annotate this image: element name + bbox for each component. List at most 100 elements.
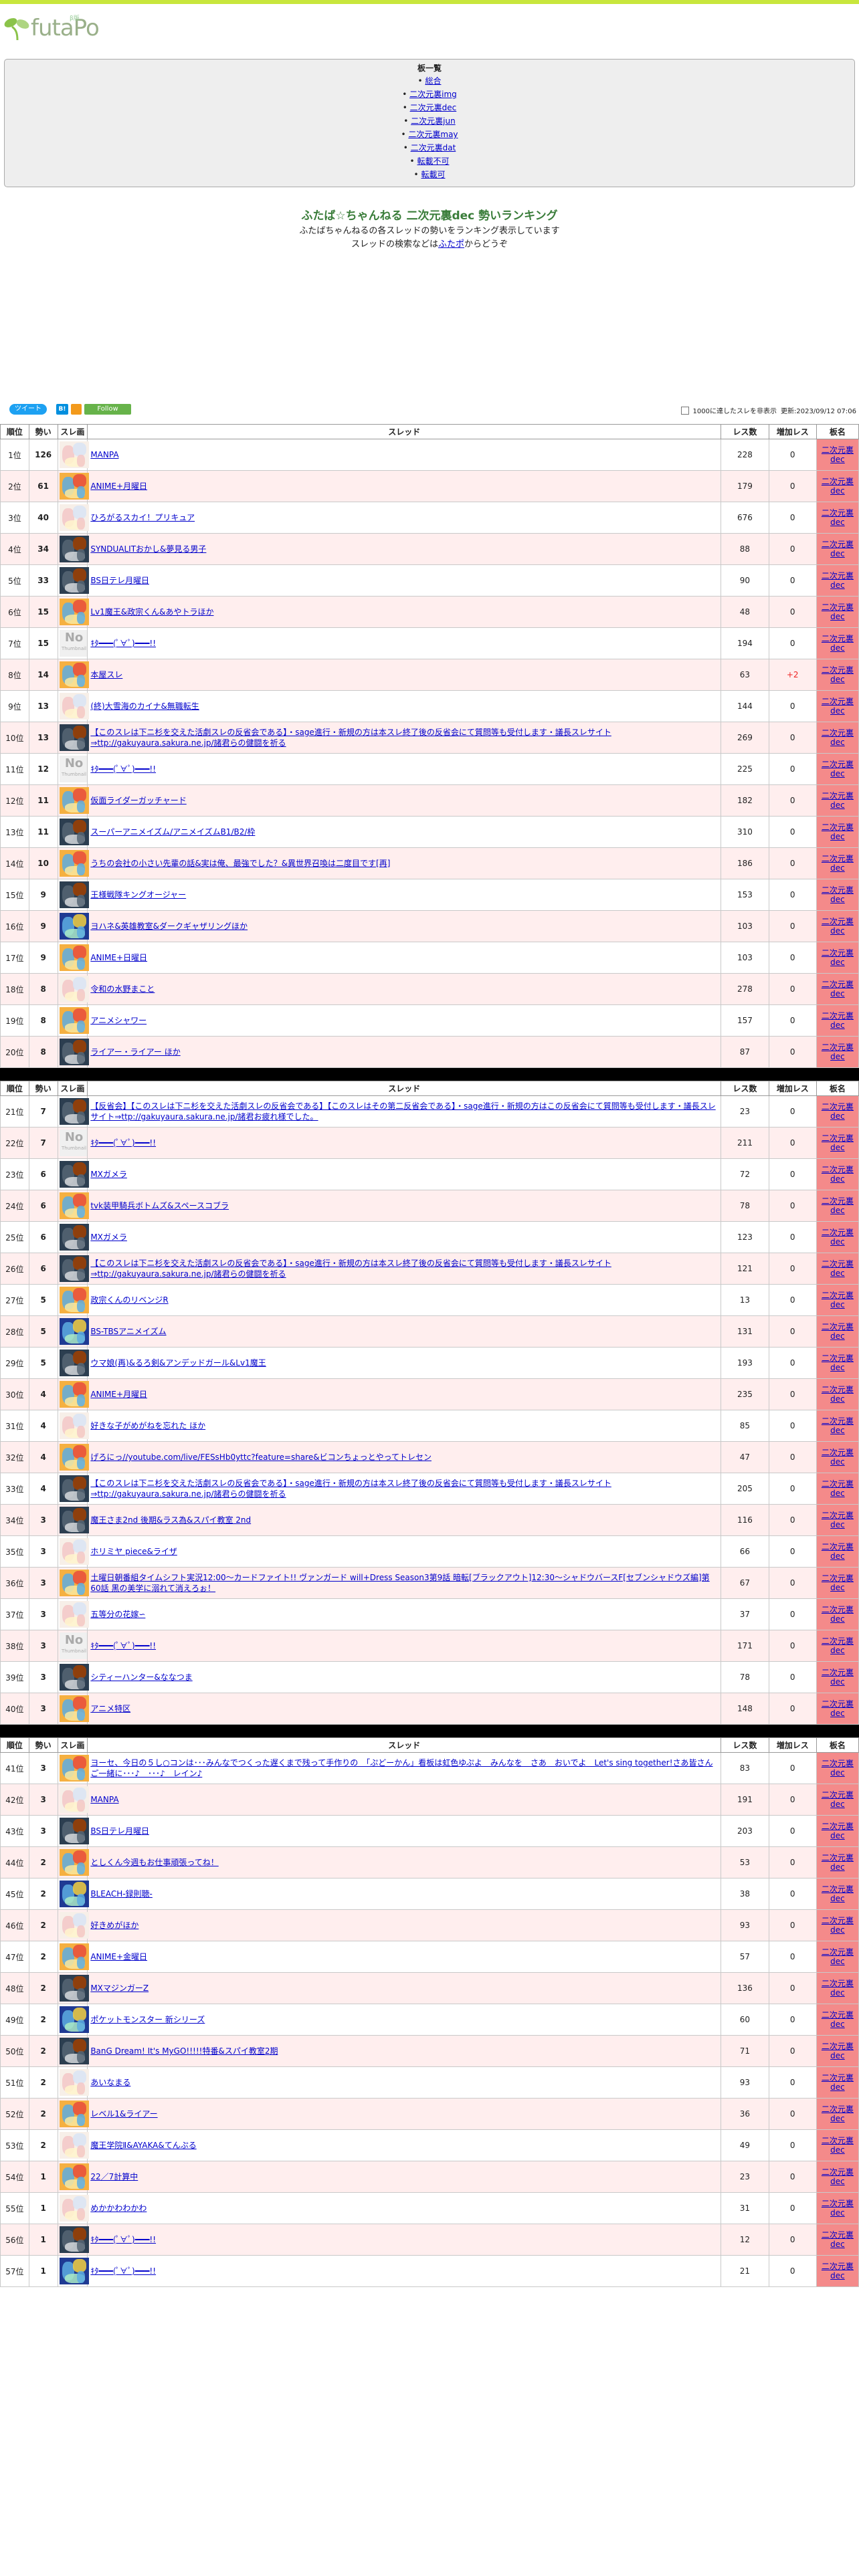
no-thumbnail-image[interactable]: No Thumbnail — [59, 756, 89, 782]
board-name-link[interactable]: 二次元裏 dec — [822, 885, 854, 904]
thread-title-link[interactable]: BS日テレ月曜日 — [90, 576, 149, 585]
board-name-link[interactable]: 二次元裏 dec — [822, 571, 854, 590]
thread-title-link[interactable]: ｷﾀ━━━(ﾟ∀ﾟ)━━━!! — [90, 2235, 156, 2244]
thread-thumbnail-image[interactable] — [59, 504, 89, 531]
site-logo[interactable]: futaPo — [3, 13, 100, 43]
thread-title-link[interactable]: あいなまる — [90, 2078, 130, 2087]
thread-title-link[interactable]: ウマ娘(再)&るろ剣&アンデッドガール&Lv1魔王 — [90, 1358, 266, 1368]
thread-thumbnail-image[interactable] — [59, 1755, 89, 1782]
thread-thumbnail-image[interactable] — [59, 1975, 89, 2002]
board-name-link[interactable]: 二次元裏 dec — [822, 917, 854, 936]
thread-title-link[interactable]: アニメシャワー — [90, 1016, 147, 1025]
thread-thumbnail-image[interactable] — [59, 1601, 89, 1628]
thread-title-link[interactable]: ANIME+日曜日 — [90, 953, 147, 962]
board-name-link[interactable]: 二次元裏 dec — [822, 1790, 854, 1809]
thread-thumbnail-image[interactable] — [59, 1538, 89, 1565]
thread-title-link[interactable]: BS日テレ月曜日 — [90, 1826, 149, 1836]
thread-title-link[interactable]: BanG Dream! It's MyGO!!!!!特番&スパイ教室2期 — [90, 2046, 278, 2056]
thread-thumbnail-image[interactable] — [59, 1224, 89, 1251]
thread-thumbnail-image[interactable] — [59, 1507, 89, 1533]
board-name-link[interactable]: 二次元裏 dec — [822, 2010, 854, 2029]
board-name-link[interactable]: 二次元裏 dec — [822, 1511, 854, 1529]
board-link-no-repost[interactable]: 転載不可 — [417, 156, 449, 166]
thread-thumbnail-image[interactable] — [59, 1444, 89, 1471]
board-name-link[interactable]: 二次元裏 dec — [822, 1134, 854, 1152]
thread-title-link[interactable]: としくん今週もお仕事頑張ってね！ — [90, 1858, 218, 1867]
board-name-link[interactable]: 二次元裏 dec — [822, 1759, 854, 1778]
thread-title-link[interactable]: ホリミヤ piece&ライザ — [90, 1547, 177, 1556]
thread-title-link[interactable]: 【反省会】【このスレは下ニ杉を交えた活劇スレの反省会である】【このスレはその第二… — [90, 1101, 715, 1121]
thread-thumbnail-image[interactable] — [59, 1570, 89, 1596]
board-name-link[interactable]: 二次元裏 dec — [822, 665, 854, 684]
thread-title-link[interactable]: ANIME+金曜日 — [90, 1952, 147, 1961]
thread-title-link[interactable]: MXガメラ — [90, 1170, 127, 1179]
board-link-dec[interactable]: 二次元裏dec — [410, 103, 457, 112]
board-link-all[interactable]: 総合 — [425, 76, 441, 86]
board-name-link[interactable]: 二次元裏 dec — [822, 854, 854, 873]
thread-title-link[interactable]: 好きな子がめがねを忘れた ほか — [90, 1421, 205, 1430]
thread-thumbnail-image[interactable] — [59, 1007, 89, 1034]
feedly-follow-button[interactable]: Follow — [84, 404, 131, 415]
thread-thumbnail-image[interactable] — [59, 441, 89, 468]
thread-title-link[interactable]: 政宗くんのリベンジR — [90, 1295, 168, 1305]
thread-title-link[interactable]: ｷﾀ━━━(ﾟ∀ﾟ)━━━!! — [90, 639, 156, 648]
thread-title-link[interactable]: うちの会社の小さい先輩の話&実は俺、最強でした？&異世界召喚は二度目です[再] — [90, 859, 390, 868]
thread-thumbnail-image[interactable] — [59, 850, 89, 877]
thread-title-link[interactable]: 魔王学院Ⅱ&AYAKA&てんぷる — [90, 2141, 196, 2150]
board-name-link[interactable]: 二次元裏 dec — [822, 1448, 854, 1467]
thread-thumbnail-image[interactable] — [59, 1943, 89, 1970]
thread-thumbnail-image[interactable] — [59, 2069, 89, 2096]
thread-thumbnail-image[interactable] — [59, 1318, 89, 1345]
thread-title-link[interactable]: 【このスレは下ニ杉を交えた活劇スレの反省会である】・sage進行・新規の方は本ス… — [90, 1259, 611, 1279]
board-name-link[interactable]: 二次元裏 dec — [822, 1668, 854, 1687]
hide-full-checkbox[interactable] — [680, 406, 689, 415]
board-name-link[interactable]: 二次元裏 dec — [822, 1636, 854, 1655]
board-name-link[interactable]: 二次元裏 dec — [822, 697, 854, 716]
board-name-link[interactable]: 二次元裏 dec — [822, 1385, 854, 1404]
board-name-link[interactable]: 二次元裏 dec — [822, 634, 854, 653]
thread-thumbnail-image[interactable] — [59, 881, 89, 908]
thread-thumbnail-image[interactable] — [59, 473, 89, 500]
thread-title-link[interactable]: SYNDUALITおかし&夢見る男子 — [90, 544, 206, 554]
board-name-link[interactable]: 二次元裏 dec — [822, 2073, 854, 2092]
thread-title-link[interactable]: げろにっ//youtube.com/live/FESsHb0yttc?featu… — [90, 1453, 432, 1462]
thread-thumbnail-image[interactable] — [59, 693, 89, 720]
thread-title-link[interactable]: MXマジンガーZ — [90, 1983, 149, 1993]
board-name-link[interactable]: 二次元裏 dec — [822, 1947, 854, 1966]
thread-thumbnail-image[interactable] — [59, 599, 89, 625]
thread-title-link[interactable]: 22／7計算中 — [90, 2172, 138, 2181]
board-link-may[interactable]: 二次元裏may — [408, 130, 458, 139]
thread-thumbnail-image[interactable] — [59, 1287, 89, 1313]
thread-thumbnail-image[interactable] — [59, 1192, 89, 1219]
thread-thumbnail-image[interactable] — [59, 2006, 89, 2033]
thread-title-link[interactable]: 仮面ライダーガッチャード — [90, 796, 186, 805]
thread-thumbnail-image[interactable] — [59, 2195, 89, 2222]
thread-title-link[interactable]: tvk装甲騎兵ボトムズ&スペースコブラ — [90, 1201, 229, 1210]
thread-thumbnail-image[interactable] — [59, 1849, 89, 1876]
no-thumbnail-image[interactable]: No Thumbnail — [59, 1130, 89, 1156]
thread-title-link[interactable]: ｷﾀ━━━(ﾟ∀ﾟ)━━━!! — [90, 1138, 156, 1148]
thread-title-link[interactable]: 令和の水野まこと — [90, 984, 155, 994]
thread-thumbnail-image[interactable] — [59, 1098, 89, 1125]
board-name-link[interactable]: 二次元裏 dec — [822, 728, 854, 747]
board-name-link[interactable]: 二次元裏 dec — [822, 2262, 854, 2280]
futapo-link[interactable]: ふたポ — [438, 239, 464, 249]
board-name-link[interactable]: 二次元裏 dec — [822, 1259, 854, 1278]
board-name-link[interactable]: 二次元裏 dec — [822, 1228, 854, 1247]
board-name-link[interactable]: 二次元裏 dec — [822, 1699, 854, 1718]
thread-thumbnail-image[interactable] — [59, 1255, 89, 1282]
board-name-link[interactable]: 二次元裏 dec — [822, 1479, 854, 1498]
board-name-link[interactable]: 二次元裏 dec — [822, 760, 854, 778]
board-name-link[interactable]: 二次元裏 dec — [822, 1102, 854, 1121]
thread-thumbnail-image[interactable] — [59, 1881, 89, 1907]
thread-title-link[interactable]: ひろがるスカイ！プリキュア — [90, 513, 195, 522]
thread-thumbnail-image[interactable] — [59, 1475, 89, 1502]
board-name-link[interactable]: 二次元裏 dec — [822, 2230, 854, 2249]
thread-title-link[interactable]: ｷﾀ━━━(ﾟ∀ﾟ)━━━!! — [90, 764, 156, 774]
board-link-repost[interactable]: 転載可 — [421, 170, 445, 179]
thread-thumbnail-image[interactable] — [59, 1912, 89, 1939]
tweet-button[interactable]: ツイート — [9, 404, 47, 415]
board-name-link[interactable]: 二次元裏 dec — [822, 445, 854, 464]
thread-title-link[interactable]: シティーハンター&ななつま — [90, 1673, 192, 1682]
thread-title-link[interactable]: 【このスレは下ニ杉を交えた活劇スレの反省会である】・sage進行・新規の方は本ス… — [90, 728, 611, 748]
